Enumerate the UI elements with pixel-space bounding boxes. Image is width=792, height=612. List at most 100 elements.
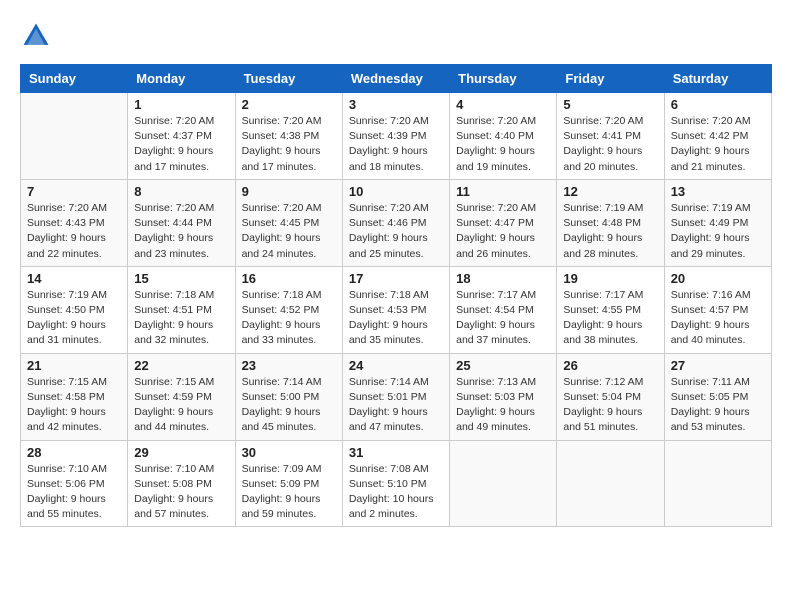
calendar-cell: 22Sunrise: 7:15 AMSunset: 4:59 PMDayligh…	[128, 353, 235, 440]
week-row-5: 28 Sunrise: 7:10 AMSunset: 5:06 PMDayligh…	[21, 440, 772, 527]
calendar-cell: 7Sunrise: 7:20 AMSunset: 4:43 PMDaylight…	[21, 179, 128, 266]
day-info: Sunrise: 7:08 AMSunset: 5:10 PMDaylight:…	[349, 462, 443, 523]
day-info: Sunrise: 7:10 AMSunset: 5:08 PMDaylight:…	[134, 462, 228, 523]
logo	[20, 20, 56, 52]
calendar-cell: 24Sunrise: 7:14 AMSunset: 5:01 PMDayligh…	[342, 353, 449, 440]
weekday-header-row: SundayMondayTuesdayWednesdayThursdayFrid…	[21, 65, 772, 93]
day-number: 14	[27, 271, 121, 286]
day-number: 18	[456, 271, 550, 286]
calendar-cell: 31 Sunrise: 7:08 AMSunset: 5:10 PMDayligh…	[342, 440, 449, 527]
calendar-cell: 30 Sunrise: 7:09 AMSunset: 5:09 PMDayligh…	[235, 440, 342, 527]
day-info: Sunrise: 7:20 AMSunset: 4:44 PMDaylight:…	[134, 201, 228, 262]
calendar-cell: 5 Sunrise: 7:20 AMSunset: 4:41 PMDaylight…	[557, 93, 664, 180]
day-info: Sunrise: 7:20 AMSunset: 4:41 PMDaylight:…	[563, 114, 657, 175]
day-info: Sunrise: 7:10 AMSunset: 5:06 PMDaylight:…	[27, 462, 121, 523]
day-number: 23	[242, 358, 336, 373]
calendar-cell: 11 Sunrise: 7:20 AMSunset: 4:47 PMDayligh…	[450, 179, 557, 266]
day-info: Sunrise: 7:17 AMSunset: 4:55 PMDaylight:…	[563, 288, 657, 349]
day-info: Sunrise: 7:19 AMSunset: 4:50 PMDaylight:…	[27, 288, 121, 349]
day-number: 28	[27, 445, 121, 460]
calendar-cell: 13Sunrise: 7:19 AMSunset: 4:49 PMDayligh…	[664, 179, 771, 266]
weekday-header-tuesday: Tuesday	[235, 65, 342, 93]
day-info: Sunrise: 7:20 AMSunset: 4:46 PMDaylight:…	[349, 201, 443, 262]
day-number: 24	[349, 358, 443, 373]
day-number: 25	[456, 358, 550, 373]
calendar-cell: 18 Sunrise: 7:17 AMSunset: 4:54 PMDayligh…	[450, 266, 557, 353]
day-number: 11	[456, 184, 550, 199]
day-info: Sunrise: 7:11 AMSunset: 5:05 PMDaylight:…	[671, 375, 765, 436]
day-info: Sunrise: 7:15 AMSunset: 4:58 PMDaylight:…	[27, 375, 121, 436]
calendar-cell: 23 Sunrise: 7:14 AMSunset: 5:00 PMDayligh…	[235, 353, 342, 440]
day-number: 2	[242, 97, 336, 112]
calendar-cell: 19 Sunrise: 7:17 AMSunset: 4:55 PMDayligh…	[557, 266, 664, 353]
day-info: Sunrise: 7:20 AMSunset: 4:47 PMDaylight:…	[456, 201, 550, 262]
day-info: Sunrise: 7:09 AMSunset: 5:09 PMDaylight:…	[242, 462, 336, 523]
day-number: 13	[671, 184, 765, 199]
day-number: 31	[349, 445, 443, 460]
day-info: Sunrise: 7:17 AMSunset: 4:54 PMDaylight:…	[456, 288, 550, 349]
calendar-cell	[557, 440, 664, 527]
calendar-cell: 8 Sunrise: 7:20 AMSunset: 4:44 PMDaylight…	[128, 179, 235, 266]
day-info: Sunrise: 7:18 AMSunset: 4:52 PMDaylight:…	[242, 288, 336, 349]
day-number: 8	[134, 184, 228, 199]
weekday-header-sunday: Sunday	[21, 65, 128, 93]
calendar-cell: 3 Sunrise: 7:20 AMSunset: 4:39 PMDaylight…	[342, 93, 449, 180]
day-info: Sunrise: 7:20 AMSunset: 4:42 PMDaylight:…	[671, 114, 765, 175]
day-number: 12	[563, 184, 657, 199]
calendar-cell: 21 Sunrise: 7:15 AMSunset: 4:58 PMDayligh…	[21, 353, 128, 440]
weekday-header-wednesday: Wednesday	[342, 65, 449, 93]
day-info: Sunrise: 7:20 AMSunset: 4:45 PMDaylight:…	[242, 201, 336, 262]
weekday-header-monday: Monday	[128, 65, 235, 93]
day-info: Sunrise: 7:19 AMSunset: 4:48 PMDaylight:…	[563, 201, 657, 262]
calendar-cell: 1 Sunrise: 7:20 AMSunset: 4:37 PMDaylight…	[128, 93, 235, 180]
day-number: 19	[563, 271, 657, 286]
calendar-cell: 29 Sunrise: 7:10 AMSunset: 5:08 PMDayligh…	[128, 440, 235, 527]
day-info: Sunrise: 7:16 AMSunset: 4:57 PMDaylight:…	[671, 288, 765, 349]
week-row-2: 7Sunrise: 7:20 AMSunset: 4:43 PMDaylight…	[21, 179, 772, 266]
week-row-1: 1 Sunrise: 7:20 AMSunset: 4:37 PMDaylight…	[21, 93, 772, 180]
calendar-cell: 27Sunrise: 7:11 AMSunset: 5:05 PMDayligh…	[664, 353, 771, 440]
day-number: 9	[242, 184, 336, 199]
day-number: 5	[563, 97, 657, 112]
day-info: Sunrise: 7:14 AMSunset: 5:00 PMDaylight:…	[242, 375, 336, 436]
day-number: 29	[134, 445, 228, 460]
calendar-cell	[664, 440, 771, 527]
calendar-table: SundayMondayTuesdayWednesdayThursdayFrid…	[20, 64, 772, 527]
day-info: Sunrise: 7:20 AMSunset: 4:37 PMDaylight:…	[134, 114, 228, 175]
day-number: 16	[242, 271, 336, 286]
calendar-cell: 12 Sunrise: 7:19 AMSunset: 4:48 PMDayligh…	[557, 179, 664, 266]
weekday-header-saturday: Saturday	[664, 65, 771, 93]
calendar-cell: 6 Sunrise: 7:20 AMSunset: 4:42 PMDaylight…	[664, 93, 771, 180]
day-number: 6	[671, 97, 765, 112]
day-info: Sunrise: 7:20 AMSunset: 4:38 PMDaylight:…	[242, 114, 336, 175]
calendar-cell: 15 Sunrise: 7:18 AMSunset: 4:51 PMDayligh…	[128, 266, 235, 353]
day-number: 1	[134, 97, 228, 112]
calendar-cell: 26Sunrise: 7:12 AMSunset: 5:04 PMDayligh…	[557, 353, 664, 440]
day-number: 30	[242, 445, 336, 460]
calendar-cell: 4 Sunrise: 7:20 AMSunset: 4:40 PMDaylight…	[450, 93, 557, 180]
day-number: 21	[27, 358, 121, 373]
day-info: Sunrise: 7:12 AMSunset: 5:04 PMDaylight:…	[563, 375, 657, 436]
calendar-cell: 17Sunrise: 7:18 AMSunset: 4:53 PMDayligh…	[342, 266, 449, 353]
day-info: Sunrise: 7:18 AMSunset: 4:53 PMDaylight:…	[349, 288, 443, 349]
day-number: 4	[456, 97, 550, 112]
day-number: 15	[134, 271, 228, 286]
weekday-header-thursday: Thursday	[450, 65, 557, 93]
calendar-cell	[21, 93, 128, 180]
day-info: Sunrise: 7:20 AMSunset: 4:39 PMDaylight:…	[349, 114, 443, 175]
day-info: Sunrise: 7:20 AMSunset: 4:40 PMDaylight:…	[456, 114, 550, 175]
day-number: 22	[134, 358, 228, 373]
header	[20, 20, 772, 52]
calendar-cell: 20 Sunrise: 7:16 AMSunset: 4:57 PMDayligh…	[664, 266, 771, 353]
calendar-cell: 28 Sunrise: 7:10 AMSunset: 5:06 PMDayligh…	[21, 440, 128, 527]
day-number: 20	[671, 271, 765, 286]
day-info: Sunrise: 7:18 AMSunset: 4:51 PMDaylight:…	[134, 288, 228, 349]
calendar-cell: 10 Sunrise: 7:20 AMSunset: 4:46 PMDayligh…	[342, 179, 449, 266]
calendar-cell: 16 Sunrise: 7:18 AMSunset: 4:52 PMDayligh…	[235, 266, 342, 353]
calendar-cell: 9 Sunrise: 7:20 AMSunset: 4:45 PMDaylight…	[235, 179, 342, 266]
day-info: Sunrise: 7:13 AMSunset: 5:03 PMDaylight:…	[456, 375, 550, 436]
day-number: 3	[349, 97, 443, 112]
day-info: Sunrise: 7:20 AMSunset: 4:43 PMDaylight:…	[27, 201, 121, 262]
calendar-cell: 25 Sunrise: 7:13 AMSunset: 5:03 PMDayligh…	[450, 353, 557, 440]
day-number: 10	[349, 184, 443, 199]
